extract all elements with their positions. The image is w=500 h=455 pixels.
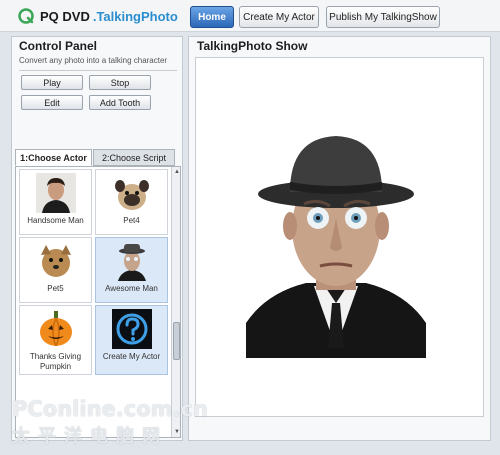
tab-choose-actor[interactable]: 1:Choose Actor	[15, 149, 92, 166]
actor-label: Handsome Man	[27, 216, 84, 225]
watermark-subtext: 太平洋电脑网	[12, 426, 168, 447]
actor-label: Pet5	[47, 284, 64, 293]
handsome-man-thumbnail	[35, 173, 76, 213]
tab-choose-script[interactable]: 2:Choose Script	[93, 149, 175, 166]
control-panel: Control Panel Convert any photo into a t…	[11, 36, 183, 441]
pumpkin-thumbnail	[35, 309, 76, 349]
watermark-text: PConline.com.cn	[12, 397, 208, 421]
logo-text: PQ DVD	[40, 8, 90, 24]
home-button[interactable]: Home	[190, 6, 234, 28]
actor-label: Awesome Man	[105, 284, 158, 293]
awesome-man-thumbnail	[111, 241, 152, 281]
divider	[19, 70, 177, 71]
stop-button[interactable]: Stop	[89, 75, 151, 90]
add-tooth-button[interactable]: Add Tooth	[89, 95, 151, 110]
actor-handsome-man[interactable]: Handsome Man	[19, 169, 92, 235]
actor-thanks-giving-pumpkin[interactable]: Thanks Giving Pumpkin	[19, 305, 92, 375]
actor-label: Thanks Giving Pumpkin	[29, 352, 82, 371]
logo-q-icon	[18, 8, 34, 24]
scroll-up-arrow-icon[interactable]: ▲	[172, 167, 180, 177]
actor-pet4[interactable]: Pet4	[95, 169, 168, 235]
pug-dog-thumbnail	[111, 173, 152, 213]
actor-pet5[interactable]: Pet5	[19, 237, 92, 303]
control-panel-title: Control Panel	[19, 39, 98, 53]
top-toolbar: PQ DVD .TalkingPhoto Home Create My Acto…	[0, 0, 500, 32]
edit-button[interactable]: Edit	[21, 95, 83, 110]
actor-create-my-actor[interactable]: Create My Actor	[95, 305, 168, 375]
terrier-dog-thumbnail	[35, 241, 76, 281]
actor-awesome-man[interactable]: Awesome Man	[95, 237, 168, 303]
publish-talkingshow-button[interactable]: Publish My TalkingShow	[326, 6, 440, 28]
play-button[interactable]: Play	[21, 75, 83, 90]
show-panel-title: TalkingPhoto Show	[197, 39, 308, 53]
logo-subtext: .TalkingPhoto	[92, 8, 178, 24]
talkingphoto-show-panel: TalkingPhoto Show	[188, 36, 491, 441]
create-my-actor-button[interactable]: Create My Actor	[239, 6, 319, 28]
scrollbar-thumb[interactable]	[173, 322, 180, 360]
actor-label: Pet4	[123, 216, 140, 225]
question-mark-icon	[111, 309, 152, 349]
control-panel-subtitle: Convert any photo into a talking charact…	[19, 56, 168, 65]
actor-label: Create My Actor	[102, 352, 161, 361]
show-stage	[195, 57, 484, 417]
app-logo: PQ DVD .TalkingPhoto	[18, 6, 178, 26]
awesome-man-portrait	[246, 136, 426, 358]
scroll-down-arrow-icon[interactable]: ▼	[172, 427, 180, 437]
